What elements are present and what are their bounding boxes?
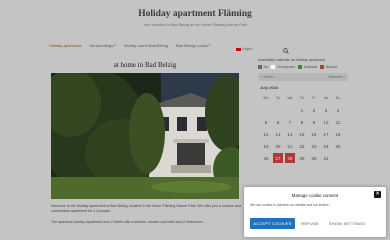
cookie-title: Manage cookie consent <box>291 193 339 198</box>
cookie-consent-dialog: Manage cookie consent ✕ We use cookies t… <box>244 187 386 237</box>
cookie-buttons: ACCEPT COOKIES REFUSE SHOW SETTINGS <box>250 218 369 229</box>
accept-cookies-button[interactable]: ACCEPT COOKIES <box>250 218 295 229</box>
show-settings-button[interactable]: SHOW SETTINGS <box>325 218 369 229</box>
cookie-body-text: We use cookies to optimise our website a… <box>250 203 330 207</box>
refuse-cookies-button[interactable]: REFUSE <box>299 218 321 229</box>
close-icon[interactable]: ✕ <box>374 191 381 198</box>
page-background: Holiday apartment Fläming Your vacation … <box>0 0 390 240</box>
